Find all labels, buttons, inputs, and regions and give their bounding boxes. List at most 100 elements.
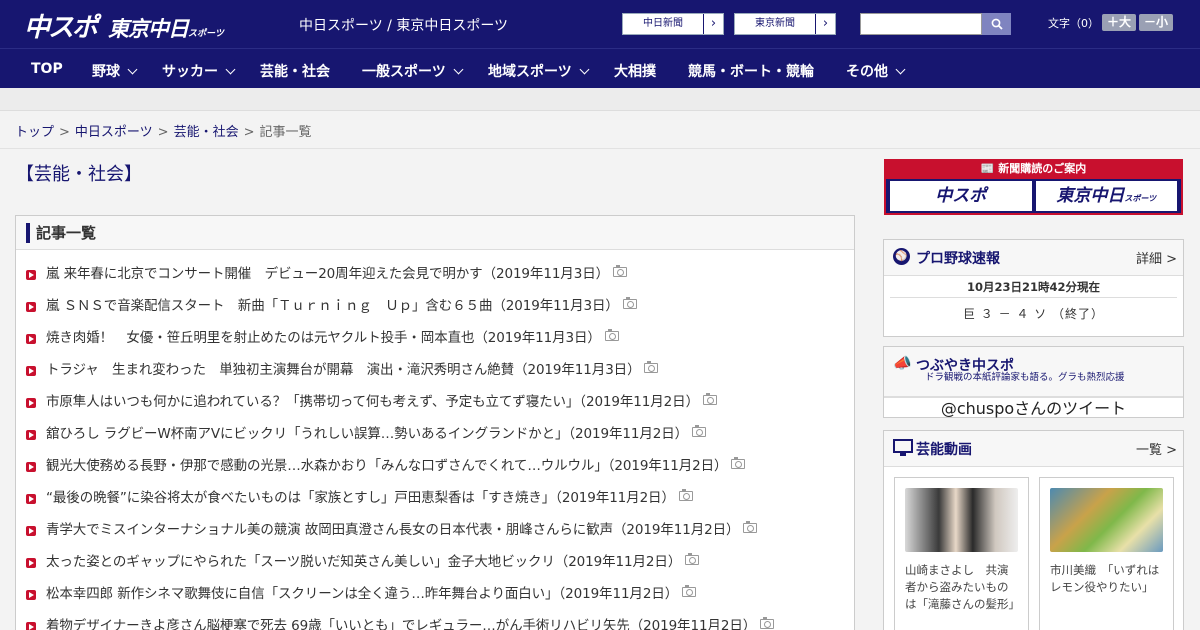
- nav-item-baseball[interactable]: 野球: [92, 61, 138, 81]
- article-link[interactable]: 青学大でミスインターナショナル美の競演 故岡田真澄さん長女の日本代表・朋峰さんら…: [16, 516, 854, 548]
- monitor-icon: [893, 439, 913, 456]
- video-card[interactable]: 山崎まさよし 共演者から盗みたいものは「滝藤さんの髪形」: [894, 477, 1029, 630]
- article-link[interactable]: 着物デザイナーきよ彦さん脳梗塞で死去 69歳「いいとも」でレギュラー…がん手術リ…: [16, 612, 854, 630]
- search-input[interactable]: [860, 13, 982, 35]
- article-link[interactable]: 松本幸四郎 新作シネマ歌舞伎に自信「スクリーンは全く違う…昨年舞台より面白い」（…: [16, 580, 854, 612]
- chevron-right-icon: ›: [815, 14, 835, 34]
- nav-item-racing[interactable]: 競馬・ボート・競輪: [688, 61, 814, 81]
- bullet-icon: [26, 366, 36, 376]
- article-link[interactable]: 市原隼人はいつも何かに追われている？「携帯切って何も考えず、予定も立てず寝たい」…: [16, 388, 854, 420]
- bullet-icon: [26, 558, 36, 568]
- bullet-icon: [26, 398, 36, 408]
- font-size-control: 文字（0） ＋大 －小: [1048, 14, 1174, 31]
- article-link[interactable]: “最後の晩餐”に染谷将太が食べたいものは「家族とすし」戸田恵梨香は「すき焼き」（…: [16, 484, 854, 516]
- tokyo-shimbun-button[interactable]: 東京新聞 ›: [734, 13, 836, 35]
- main-nav: TOP 野球 サッカー 芸能・社会 一般スポーツ 地域スポーツ 大相撲 競馬・ボ…: [0, 48, 1200, 88]
- camera-icon: [622, 297, 637, 309]
- article-link[interactable]: 舘ひろし ラグビーW杯南アVにビックリ「うれしい誤算…勢いあるイングランドかと」…: [16, 420, 854, 452]
- search-icon: [991, 18, 1003, 30]
- camera-icon: [731, 457, 746, 469]
- article-link[interactable]: 焼き肉婚！ 女優・笹丘明里を射止めたのは元ヤクルト投手・岡本直也（2019年11…: [16, 324, 854, 356]
- breadcrumb: トップ > 中日スポーツ > 芸能・社会 > 記事一覧: [0, 111, 1200, 149]
- chevron-down-icon: [579, 64, 590, 75]
- article-link[interactable]: トラジャ 生まれ変わった 単独初主演舞台が開幕 演出・滝沢秀明さん絶賛（2019…: [16, 356, 854, 388]
- site-links[interactable]: 中日スポーツ / 東京中日スポーツ: [299, 15, 508, 35]
- chevron-down-icon: [127, 64, 138, 75]
- search-box: [860, 13, 1011, 35]
- nav-item-top[interactable]: TOP: [31, 61, 63, 77]
- camera-icon: [760, 617, 775, 629]
- article-link[interactable]: 観光大使務める長野・伊那で感動の光景…水森かおり「みんな口ずさんでくれて…ウルウ…: [16, 452, 854, 484]
- baseball-score-panel: ⚾ プロ野球速報 詳細 > 10月23日21時42分現在 巨 ３ － ４ ソ （…: [883, 239, 1184, 337]
- baseball-detail-link[interactable]: 詳細 >: [1136, 248, 1177, 267]
- video-panel: 芸能動画 一覧 > 山崎まさよし 共演者から盗みたいものは「滝藤さんの髪形」 市…: [883, 430, 1184, 630]
- nav-item-entertainment[interactable]: 芸能・社会: [260, 61, 330, 81]
- camera-icon: [682, 585, 697, 597]
- tweet-subtitle: ドラ観戦の本紙評論家も語る。グラも熱烈応援: [925, 372, 1125, 383]
- video-caption: 市川美織 「いずれはレモン役やりたい」: [1050, 563, 1160, 594]
- logo-sub-small: スポーツ: [188, 29, 224, 39]
- bullet-icon: [26, 302, 36, 312]
- bullet-icon: [26, 462, 36, 472]
- camera-icon: [613, 265, 627, 277]
- chuspo-logo: 中スポ: [890, 181, 1032, 211]
- site-logo[interactable]: 中スポ 東京中日 スポーツ: [24, 7, 224, 44]
- video-list-link[interactable]: 一覧 >: [1136, 439, 1177, 458]
- font-bigger-button[interactable]: ＋大: [1102, 14, 1137, 31]
- article-link[interactable]: 太った姿とのギャップにやられた「スーツ脱いだ知英さん美しい」金子大地ビックリ（2…: [16, 548, 854, 580]
- logo-main: 中スポ: [24, 13, 98, 43]
- bullet-icon: [26, 590, 36, 600]
- video-thumbnail: [1050, 488, 1163, 552]
- header-strip: [0, 88, 1200, 111]
- article-list-header: 記事一覧: [16, 216, 854, 250]
- breadcrumb-link-entertainment[interactable]: 芸能・社会: [174, 125, 239, 140]
- nav-item-local-sports[interactable]: 地域スポーツ: [488, 61, 590, 81]
- camera-icon: [702, 393, 717, 405]
- chevron-down-icon: [453, 64, 464, 75]
- search-button[interactable]: [982, 13, 1011, 35]
- camera-icon: [644, 361, 659, 373]
- video-card[interactable]: 市川美織 「いずれはレモン役やりたい」: [1039, 477, 1174, 630]
- subscription-banner[interactable]: 📰 新聞購読のご案内 中スポ 東京中日スポーツ: [884, 159, 1183, 215]
- nav-item-sumo[interactable]: 大相撲: [614, 61, 656, 81]
- bullet-icon: [26, 526, 36, 536]
- bullet-icon: [26, 622, 36, 630]
- camera-icon: [678, 489, 693, 501]
- twitter-timeline-link[interactable]: @chuspoさんのツイート: [884, 397, 1183, 419]
- camera-icon: [604, 329, 619, 341]
- article-link[interactable]: 嵐 ＳＮＳで音楽配信スタート 新曲「Ｔｕｒｎｉｎｇ Ｕｐ」含む６５曲（2019年…: [16, 292, 854, 324]
- newspaper-icon: 📰: [980, 162, 999, 175]
- logo-sub: 東京中日: [108, 17, 189, 41]
- chevron-down-icon: [895, 64, 906, 75]
- bullet-icon: [26, 430, 36, 440]
- video-title: 芸能動画: [916, 442, 972, 458]
- breadcrumb-link-top[interactable]: トップ: [15, 125, 54, 140]
- baseball-title: プロ野球速報: [916, 251, 1000, 267]
- baseball-timestamp: 10月23日21時42分現在: [890, 276, 1177, 298]
- camera-icon: [685, 553, 700, 565]
- chevron-down-icon: [225, 64, 236, 75]
- bullet-icon: [26, 334, 36, 344]
- bullet-icon: [26, 270, 36, 280]
- breadcrumb-current: 記事一覧: [259, 125, 312, 140]
- baseball-icon: ⚾: [893, 248, 910, 265]
- page-title: 【芸能・社会】: [16, 164, 142, 185]
- nav-item-general-sports[interactable]: 一般スポーツ: [362, 61, 464, 81]
- font-size-label: 文字（0）: [1048, 16, 1099, 30]
- nav-item-others[interactable]: その他: [846, 61, 906, 81]
- font-smaller-button[interactable]: －小: [1139, 14, 1174, 31]
- camera-icon: [743, 521, 758, 533]
- article-link[interactable]: 嵐 来年春に北京でコンサート開催 デビュー20周年迎えた会見で明かす（2019年…: [16, 260, 854, 292]
- chunichi-shimbun-button[interactable]: 中日新聞 ›: [622, 13, 724, 35]
- nav-item-soccer[interactable]: サッカー: [162, 61, 236, 81]
- video-caption: 山崎まさよし 共演者から盗みたいものは「滝藤さんの髪形」: [905, 563, 1020, 611]
- megaphone-icon: 📣: [893, 354, 912, 372]
- baseball-score[interactable]: 巨 ３ － ４ ソ （終了）: [884, 298, 1183, 330]
- article-list-box: 記事一覧 嵐 来年春に北京でコンサート開催 デビュー20周年迎えた会見で明かす（…: [15, 215, 855, 630]
- breadcrumb-link-chunichi[interactable]: 中日スポーツ: [75, 125, 153, 140]
- camera-icon: [692, 425, 707, 437]
- subscription-title: 新聞購読のご案内: [998, 162, 1087, 175]
- chevron-right-icon: ›: [703, 14, 723, 34]
- site-header: 中スポ 東京中日 スポーツ 中日スポーツ / 東京中日スポーツ 中日新聞 › 東…: [0, 0, 1200, 48]
- video-thumbnail: [905, 488, 1018, 552]
